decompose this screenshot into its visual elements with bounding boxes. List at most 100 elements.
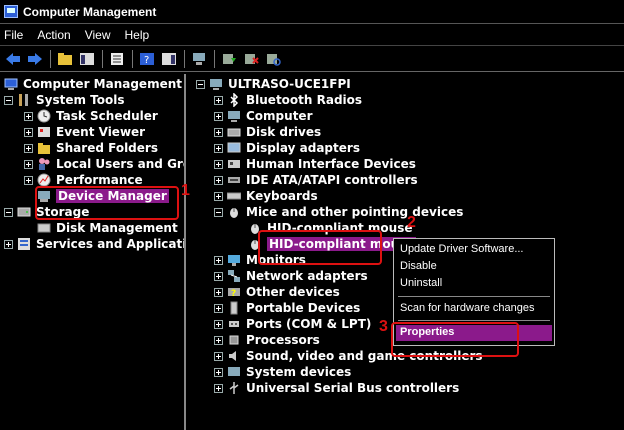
expand-icon[interactable] [24, 143, 33, 153]
menu-separator [398, 296, 550, 297]
folder-icon [37, 141, 51, 155]
device-category-mice[interactable]: Mice and other pointing devices [214, 204, 463, 220]
expand-icon[interactable] [214, 351, 223, 361]
uninstall-button[interactable] [242, 50, 260, 68]
update-driver-button[interactable] [220, 50, 238, 68]
device-category-display-adapters[interactable]: Display adapters [214, 140, 360, 156]
expand-icon[interactable] [214, 127, 223, 137]
menu-scan-hardware[interactable]: Scan for hardware changes [400, 302, 535, 314]
device-category-label: Portable Devices [246, 301, 361, 315]
collapse-icon[interactable] [4, 207, 13, 217]
back-button[interactable] [4, 50, 22, 68]
expand-icon[interactable] [24, 127, 33, 137]
expand-icon[interactable] [214, 143, 223, 153]
toolbar-separator [132, 49, 133, 68]
bluetooth-icon [227, 92, 241, 108]
expand-icon[interactable] [214, 175, 223, 185]
device-category-network[interactable]: Network adapters [214, 268, 368, 284]
svg-text:?: ? [231, 289, 236, 299]
tree-item-local-users[interactable]: Local Users and Grou [24, 156, 184, 172]
expand-icon[interactable] [214, 287, 223, 297]
tools-icon [17, 93, 31, 107]
tree-item-label: Task Scheduler [56, 109, 158, 123]
device-category-bluetooth[interactable]: Bluetooth Radios [214, 92, 362, 108]
menu-disable[interactable]: Disable [400, 260, 437, 272]
tree-item-disk-management[interactable]: Disk Management [37, 220, 178, 236]
device-category-keyboards[interactable]: Keyboards [214, 188, 318, 204]
show-action-pane-button[interactable] [160, 50, 178, 68]
menu-uninstall[interactable]: Uninstall [400, 277, 442, 289]
annotation-box-2 [258, 230, 382, 265]
expand-icon[interactable] [24, 111, 33, 121]
toolbar-separator [184, 49, 185, 68]
display-adapter-icon [227, 141, 241, 155]
properties-button[interactable] [108, 50, 126, 68]
device-category-portable[interactable]: Portable Devices [214, 300, 360, 316]
computer-management-icon [4, 5, 18, 18]
annotation-number-3: 3 [379, 318, 388, 335]
device-category-label: Mice and other pointing devices [246, 205, 464, 219]
collapse-icon[interactable] [4, 95, 13, 105]
toolbar-separator [50, 49, 51, 68]
expand-icon[interactable] [214, 367, 223, 377]
expand-icon[interactable] [214, 319, 223, 329]
menu-view[interactable]: View [85, 28, 111, 42]
tree-item-task-scheduler[interactable]: Task Scheduler [24, 108, 158, 124]
tree-root-computer[interactable]: ULTRASO-UCE1FPI [196, 76, 351, 92]
expand-icon[interactable] [214, 271, 223, 281]
device-category-label: Display adapters [246, 141, 360, 155]
device-category-system[interactable]: System devices [214, 364, 351, 380]
menu-update-driver[interactable]: Update Driver Software... [400, 243, 524, 255]
device-category-label: Disk drives [246, 125, 322, 139]
forward-button[interactable] [26, 50, 44, 68]
help-button[interactable]: ? [138, 50, 156, 68]
expand-icon[interactable] [24, 159, 33, 169]
console-tree-pane[interactable]: Computer Management (Loca System Tools T… [0, 74, 186, 430]
tree-item-label: Performance [56, 173, 143, 187]
usb-icon [227, 381, 241, 395]
tree-item-computer-management[interactable]: Computer Management (Loca [4, 76, 184, 92]
expand-icon[interactable] [214, 111, 223, 121]
expand-icon[interactable] [214, 383, 223, 393]
keyboard-icon [226, 189, 242, 203]
expand-icon[interactable] [4, 239, 13, 249]
tree-item-label: Event Viewer [56, 125, 146, 139]
expand-icon[interactable] [214, 95, 223, 105]
device-category-ide[interactable]: IDE ATA/ATAPI controllers [214, 172, 418, 188]
collapse-icon[interactable] [196, 79, 205, 89]
help-icon: ? [140, 52, 154, 66]
port-icon [227, 317, 241, 331]
device-category-hid[interactable]: Human Interface Devices [214, 156, 416, 172]
computer-button[interactable] [190, 50, 208, 68]
device-category-computer[interactable]: Computer [214, 108, 312, 124]
hid-icon [227, 157, 241, 171]
folder-icon [58, 52, 72, 65]
collapse-icon[interactable] [214, 207, 223, 217]
scan-hardware-button[interactable] [264, 50, 282, 68]
device-category-disk-drives[interactable]: Disk drives [214, 124, 321, 140]
up-folder-button[interactable] [56, 50, 74, 68]
device-category-usb[interactable]: Universal Serial Bus controllers [214, 380, 459, 396]
tree-item-shared-folders[interactable]: Shared Folders [24, 140, 158, 156]
tree-item-system-tools[interactable]: System Tools [4, 92, 125, 108]
tree-item-services-applications[interactable]: Services and Applications [4, 236, 184, 252]
menu-action[interactable]: Action [37, 28, 70, 42]
expand-icon[interactable] [214, 335, 223, 345]
tree-item-event-viewer[interactable]: Event Viewer [24, 124, 145, 140]
device-category-processors[interactable]: Processors [214, 332, 320, 348]
expand-icon[interactable] [214, 303, 223, 313]
mouse-icon [227, 205, 241, 219]
expand-icon[interactable] [24, 175, 33, 185]
expand-icon[interactable] [214, 191, 223, 201]
device-category-other[interactable]: ? Other devices [214, 284, 340, 300]
show-hide-tree-button[interactable] [78, 50, 96, 68]
menu-help[interactable]: Help [125, 28, 150, 42]
expand-icon[interactable] [214, 159, 223, 169]
system-devices-icon [227, 365, 241, 379]
device-category-label: Computer [246, 109, 313, 123]
monitor-icon [227, 253, 241, 267]
menu-file[interactable]: File [4, 28, 23, 42]
menu-bar: File Action View Help [0, 24, 624, 46]
device-category-ports[interactable]: Ports (COM & LPT) [214, 316, 371, 332]
expand-icon[interactable] [214, 255, 223, 265]
